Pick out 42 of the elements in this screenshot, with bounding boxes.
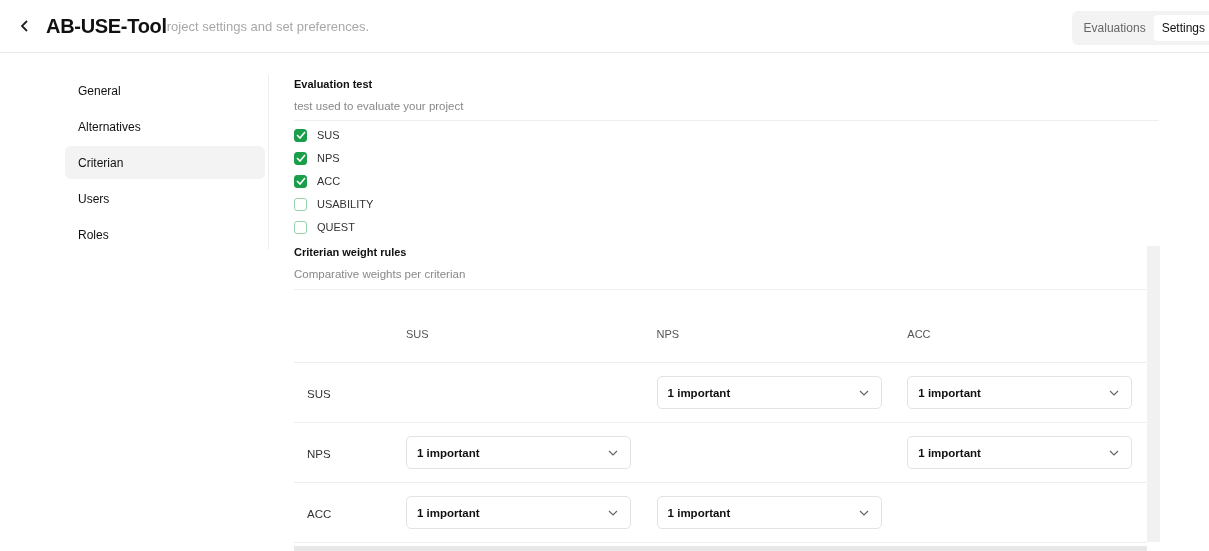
option-label: USABILITY xyxy=(317,198,374,210)
column-header: NPS xyxy=(656,327,680,340)
sidebar-item[interactable]: Roles xyxy=(65,218,265,251)
row-header: SUS xyxy=(307,387,331,400)
sidebar-item[interactable]: Alternatives xyxy=(65,110,265,143)
back-icon[interactable] xyxy=(20,19,30,33)
column-header: SUS xyxy=(405,327,429,340)
option-label: SUS xyxy=(317,129,340,141)
sidebar-item[interactable]: Users xyxy=(65,182,265,215)
weight-dropdown[interactable]: 1 important xyxy=(405,436,631,469)
view-tab[interactable]: Settings xyxy=(1153,15,1209,41)
row-header: NPS xyxy=(307,447,331,460)
option-label: QUEST xyxy=(317,221,355,233)
section-description: test used to evaluate your project xyxy=(294,100,465,112)
chevron-down-icon xyxy=(858,389,869,396)
weight-dropdown[interactable]: 1 important xyxy=(907,376,1133,409)
view-tab[interactable]: Evaluations xyxy=(1075,15,1154,41)
chevron-down-icon xyxy=(1109,389,1120,396)
option-label: NPS xyxy=(317,152,340,164)
weight-dropdown[interactable]: 1 important xyxy=(656,376,882,409)
checkbox[interactable] xyxy=(294,151,307,165)
sidebar-item[interactable]: General xyxy=(65,74,265,107)
section-description: Comparative weights per criterian xyxy=(294,268,467,280)
column-header: ACC xyxy=(907,327,931,340)
checkbox[interactable] xyxy=(294,197,307,211)
weight-dropdown[interactable]: 1 important xyxy=(907,436,1133,469)
option-label: ACC xyxy=(317,175,341,187)
sidebar-item[interactable]: Criterian xyxy=(65,146,265,179)
checkbox[interactable] xyxy=(294,220,307,234)
checkbox[interactable] xyxy=(294,128,307,142)
weight-dropdown[interactable]: 1 important xyxy=(656,496,882,529)
row-header: ACC xyxy=(307,507,332,520)
section-title: Evaluation test xyxy=(294,78,374,90)
checkbox[interactable] xyxy=(294,174,307,188)
page-title: AB-USE-Tool xyxy=(46,14,167,38)
section-title: Criterian weight rules xyxy=(294,246,408,258)
page-subtitle: roject settings and set preferences. xyxy=(166,18,370,34)
chevron-down-icon xyxy=(607,449,618,456)
weight-dropdown[interactable]: 1 important xyxy=(405,496,631,529)
chevron-down-icon xyxy=(1109,449,1120,456)
chevron-down-icon xyxy=(858,509,869,516)
chevron-down-icon xyxy=(607,509,618,516)
